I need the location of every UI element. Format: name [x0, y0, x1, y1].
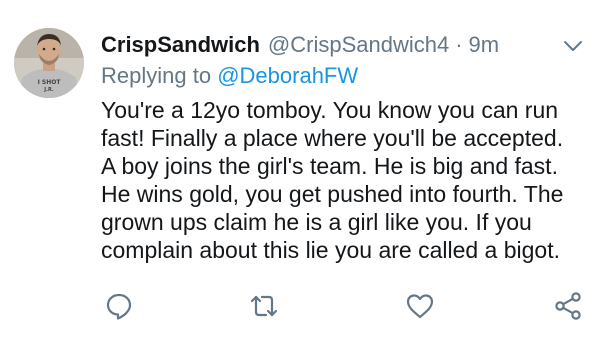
tweet-text-line: fast! Finally a place where you'll be ac… — [101, 125, 564, 151]
more-options-button[interactable] — [561, 34, 585, 58]
tweet-text-line: complain about this lie you are called a… — [101, 237, 561, 263]
separator-dot: · — [455, 32, 463, 57]
replying-to-mention[interactable]: @DeborahFW — [217, 63, 358, 88]
tweet-card[interactable]: I SHOT J.R. CrispSandwich @CrispSandwich… — [0, 0, 600, 348]
tweet-actions — [0, 290, 600, 326]
retweet-button[interactable] — [248, 290, 280, 322]
timestamp[interactable]: 9m — [469, 27, 500, 63]
replying-to-label: Replying to — [101, 63, 212, 88]
avatar-shirt-text-2: J.R. — [43, 87, 54, 93]
tweet-text: You're a 12yo tomboy. You know you can r… — [101, 96, 591, 264]
chevron-down-icon — [564, 41, 582, 51]
display-name[interactable]: CrispSandwich — [101, 27, 260, 63]
avatar-image: I SHOT J.R. — [14, 28, 84, 98]
like-button[interactable] — [404, 290, 436, 322]
replying-to-line: Replying to @DeborahFW — [101, 61, 358, 91]
user-handle[interactable]: @CrispSandwich4 — [268, 27, 449, 63]
avatar[interactable]: I SHOT J.R. — [14, 28, 84, 98]
tweet-text-line: He wins gold, you get pushed into fourth… — [101, 181, 564, 207]
tweet-text-line: A boy joins the girl's team. He is big a… — [101, 153, 558, 179]
heart-icon — [406, 294, 434, 319]
reply-icon — [106, 293, 132, 320]
tweet-text-line: You're a 12yo tomboy. You know you can r… — [101, 97, 559, 123]
tweet-text-line: grown ups claim he is a girl like you. I… — [101, 209, 532, 235]
share-icon — [555, 292, 581, 320]
avatar-shirt-text-1: I SHOT — [38, 79, 62, 86]
tweet-header: CrispSandwich @CrispSandwich4 · 9m — [101, 27, 571, 63]
reply-button[interactable] — [103, 290, 135, 322]
retweet-icon — [250, 295, 278, 317]
share-button[interactable] — [552, 290, 584, 322]
